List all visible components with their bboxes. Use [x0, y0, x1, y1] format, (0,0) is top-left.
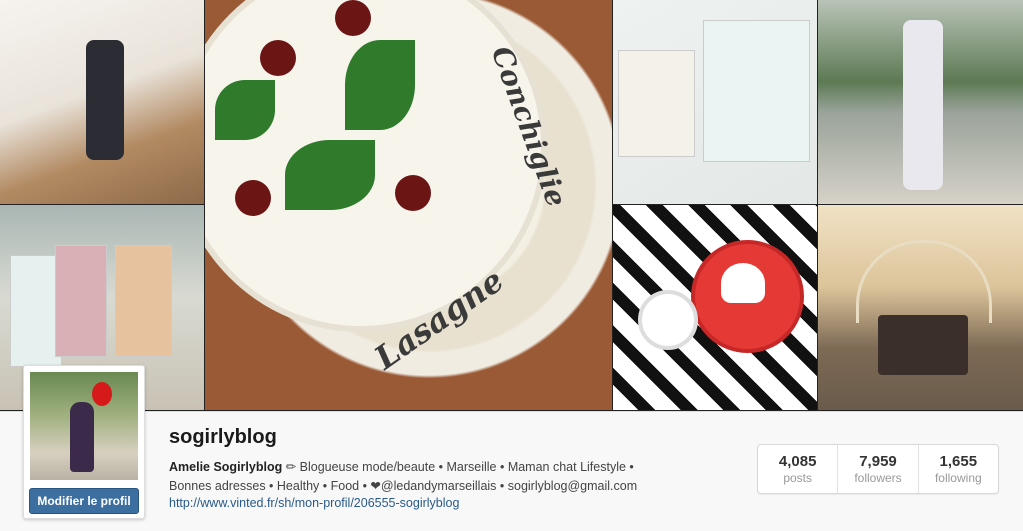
- person-figure: [86, 40, 124, 160]
- bio-line-1: ✏ Blogueuse mode/beaute • Marseille • Ma…: [282, 460, 634, 474]
- website-link[interactable]: http://www.vinted.fr/sh/mon-profil/20655…: [169, 496, 459, 510]
- stat-label: posts: [783, 471, 812, 485]
- building-arch: [856, 240, 992, 323]
- basil-leaf: [215, 80, 275, 140]
- stat-value: 7,959: [859, 453, 897, 470]
- person-figure: [903, 20, 943, 190]
- bio-line-2: Bonnes adresses • Healthy • Food • ❤@led…: [169, 479, 638, 493]
- photo-tile-coffee-cake[interactable]: [613, 205, 817, 410]
- cereal-box: [55, 245, 107, 357]
- person-figure: [70, 402, 94, 472]
- profile-stats: 4,085 posts 7,959 followers 1,655 follow…: [757, 444, 999, 494]
- bio-name: Amelie Sogirlyblog: [169, 460, 283, 474]
- stat-posts[interactable]: 4,085 posts: [758, 445, 839, 493]
- chorizo-slice: [395, 175, 431, 211]
- photo-tile-living-room[interactable]: [0, 0, 204, 204]
- bio: Amelie Sogirlyblog ✏ Blogueuse mode/beau…: [169, 458, 739, 496]
- runners-crowd: [878, 315, 968, 375]
- basil-leaf: [285, 140, 375, 210]
- stat-value: 1,655: [939, 453, 978, 470]
- photo-tile-marathon[interactable]: [818, 205, 1023, 410]
- stat-label: following: [934, 471, 982, 485]
- chorizo-slice: [335, 0, 371, 36]
- stat-label: followers: [854, 471, 902, 485]
- photo-tile-street-outfit[interactable]: [818, 0, 1023, 204]
- coffee-cup: [638, 290, 698, 350]
- stat-followers[interactable]: 7,959 followers: [838, 445, 919, 493]
- chorizo-slice: [235, 180, 271, 216]
- cereal-box: [115, 245, 172, 357]
- edit-profile-button[interactable]: Modifier le profil: [29, 488, 139, 514]
- chorizo-slice: [260, 40, 296, 76]
- avatar[interactable]: [30, 372, 138, 480]
- book-cover: [703, 20, 810, 162]
- username: sogirlyblog: [169, 426, 277, 448]
- stat-value: 4,085: [778, 453, 817, 470]
- stat-following[interactable]: 1,655 following: [919, 445, 998, 493]
- balloon: [92, 382, 112, 406]
- photo-tile-books[interactable]: [613, 0, 817, 204]
- basil-leaf: [345, 40, 415, 130]
- photo-tile-pasta[interactable]: Lasagne Conchiglie: [205, 0, 612, 410]
- photo-mosaic: Lasagne Conchiglie: [0, 0, 1023, 411]
- book-cover: [618, 50, 695, 157]
- cake: [721, 263, 765, 303]
- profile-card: Modifier le profil: [23, 365, 145, 519]
